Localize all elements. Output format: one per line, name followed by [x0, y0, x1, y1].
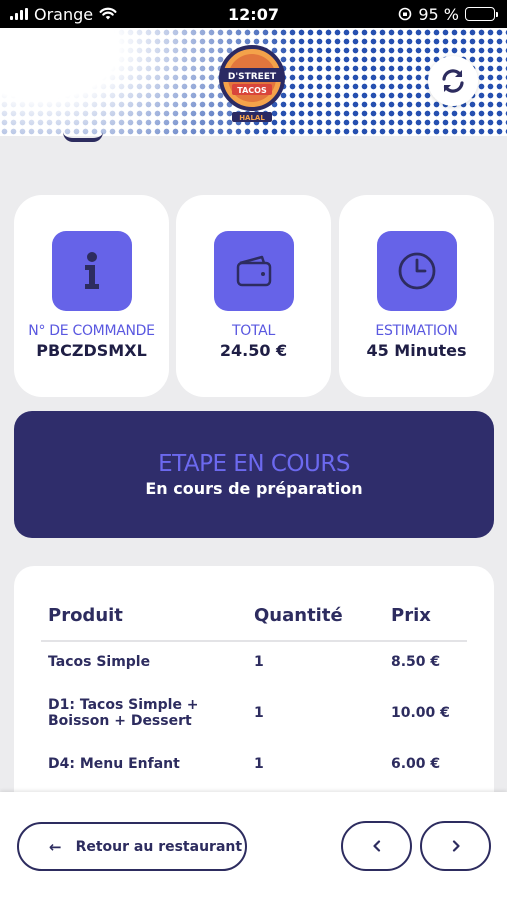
status-bar: Orange 12:07 95 % — [0, 0, 507, 28]
order-step-banner: ETAPE EN COURS En cours de préparation — [14, 411, 494, 538]
column-header-product: Produit — [48, 605, 123, 626]
svg-text:D'STREET: D'STREET — [228, 72, 277, 82]
estimation-value: 45 Minutes — [366, 341, 467, 360]
refresh-button[interactable] — [428, 56, 478, 106]
total-value: 24.50 € — [219, 341, 288, 360]
refresh-icon — [442, 69, 464, 93]
estimation-card: ESTIMATION 45 Minutes — [339, 195, 494, 397]
header-banner: D'STREET TACOS HALAL — [0, 28, 507, 136]
row-price: 10.00 € — [391, 705, 450, 721]
step-status: En cours de préparation — [145, 479, 363, 498]
carrier-label: Orange — [34, 4, 94, 24]
wallet-icon — [213, 231, 294, 311]
svg-text:TACOS: TACOS — [237, 86, 267, 95]
order-number-value: PBCZDSMXL — [36, 341, 147, 360]
signal-icon — [10, 8, 28, 20]
order-number-label: N° DE COMMANDE — [28, 323, 155, 339]
row-price: 6.00 € — [391, 756, 441, 772]
brand-logo[interactable]: D'STREET TACOS HALAL — [218, 38, 286, 126]
previous-button[interactable] — [341, 821, 412, 871]
orientation-lock-icon — [399, 7, 412, 21]
row-product: D1: Tacos Simple + Boisson + Dessert — [48, 697, 199, 729]
row-product: Tacos Simple — [48, 654, 151, 670]
content-edge — [63, 132, 103, 142]
row-quantity: 1 — [254, 756, 264, 772]
battery-icon — [465, 7, 498, 21]
bottom-bar: ← Retour au restaurant — [0, 792, 507, 900]
row-price: 8.50 € — [391, 654, 441, 670]
next-button[interactable] — [420, 821, 491, 871]
row-quantity: 1 — [254, 705, 264, 721]
chevron-right-icon — [452, 840, 460, 852]
clock-icon — [376, 231, 457, 311]
total-card: TOTAL 24.50 € — [176, 195, 331, 397]
back-button-label: Retour au restaurant — [75, 838, 243, 855]
wifi-icon — [99, 7, 117, 20]
column-header-quantity: Quantité — [254, 605, 343, 626]
svg-text:HALAL: HALAL — [239, 114, 265, 122]
chevron-left-icon — [372, 840, 380, 852]
row-quantity: 1 — [254, 654, 264, 670]
battery-percent: 95 % — [418, 4, 459, 24]
row-product: D4: Menu Enfant — [48, 756, 180, 772]
estimation-label: ESTIMATION — [375, 323, 458, 339]
info-icon — [51, 231, 132, 311]
header-divider — [41, 640, 467, 642]
back-to-restaurant-button[interactable]: ← Retour au restaurant — [17, 822, 247, 871]
step-title: ETAPE EN COURS — [158, 451, 350, 477]
order-number-card: N° DE COMMANDE PBCZDSMXL — [14, 195, 169, 397]
column-header-price: Prix — [391, 605, 431, 626]
arrow-left-icon: ← — [49, 837, 62, 856]
total-label: TOTAL — [232, 323, 275, 339]
order-table: Produit Quantité Prix Tacos Simple 1 8.5… — [14, 566, 494, 826]
